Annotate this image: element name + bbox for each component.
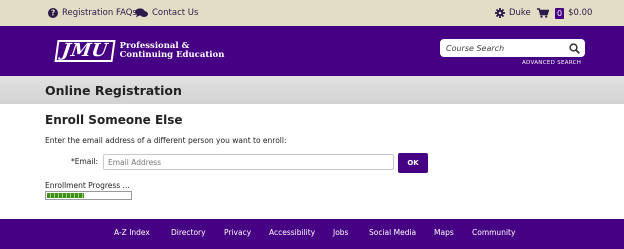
question-circle-icon: ?: [48, 8, 58, 18]
enrollment-progress-bar: [45, 191, 132, 200]
shopping-cart-icon: [537, 8, 549, 18]
page-title: Online Registration: [45, 83, 182, 98]
footer-link-maps[interactable]: Maps: [434, 228, 454, 237]
jmu-logo-mark: JMU: [54, 40, 116, 62]
svg-text:?: ?: [51, 9, 55, 18]
footer-link-social-media[interactable]: Social Media: [369, 228, 416, 237]
logo-text: Professional & Continuing Education: [119, 40, 225, 61]
cart-total: $0.00: [568, 8, 593, 18]
ok-button[interactable]: OK: [398, 153, 428, 173]
contact-us-link[interactable]: Contact Us: [135, 0, 198, 26]
footer-nav: A-Z Index Directory Privacy Accessibilit…: [0, 219, 624, 249]
site-footer: A-Z Index Directory Privacy Accessibilit…: [0, 219, 624, 249]
user-name: Duke: [509, 8, 531, 18]
footer-link-accessibility[interactable]: Accessibility: [269, 228, 315, 237]
registration-faqs-link[interactable]: ? Registration FAQs: [48, 0, 137, 26]
logo-line-2: Continuing Education: [119, 50, 225, 60]
advanced-search-link[interactable]: ADVANCED SEARCH: [522, 60, 581, 66]
page-title-band: Online Registration: [0, 76, 624, 104]
chat-bubbles-icon: [135, 8, 148, 18]
site-header: JMU Professional & Continuing Education …: [0, 26, 624, 76]
enroll-instruction: Enter the email address of a different p…: [45, 136, 287, 145]
registration-faqs-label: Registration FAQs: [62, 8, 137, 18]
course-search-box: [440, 39, 585, 57]
enrollment-progress-fill: [47, 193, 84, 198]
footer-link-community[interactable]: Community: [472, 228, 515, 237]
footer-link-a-z-index[interactable]: A-Z Index: [114, 228, 150, 237]
shopping-cart-link[interactable]: 0 $0.00: [537, 0, 592, 26]
logo-line-1: Professional &: [119, 40, 190, 51]
user-account-link[interactable]: Duke: [495, 0, 531, 26]
utility-bar: ? Registration FAQs Contact Us Duke 0 $0…: [0, 0, 624, 26]
cart-count-badge: 0: [555, 7, 565, 19]
footer-link-directory[interactable]: Directory: [171, 228, 206, 237]
enroll-section-title: Enroll Someone Else: [45, 113, 183, 127]
email-label: *Email:: [71, 157, 99, 166]
course-search-input[interactable]: [446, 40, 566, 56]
contact-us-label: Contact Us: [152, 8, 199, 18]
footer-link-privacy[interactable]: Privacy: [224, 228, 251, 237]
search-icon[interactable]: [568, 42, 580, 54]
jmu-logo[interactable]: JMU Professional & Continuing Education: [54, 40, 225, 62]
gear-icon: [495, 8, 505, 18]
footer-link-jobs[interactable]: Jobs: [333, 228, 348, 237]
enrollment-progress-label: Enrollment Progress ...: [45, 181, 130, 190]
email-field[interactable]: [103, 154, 394, 170]
